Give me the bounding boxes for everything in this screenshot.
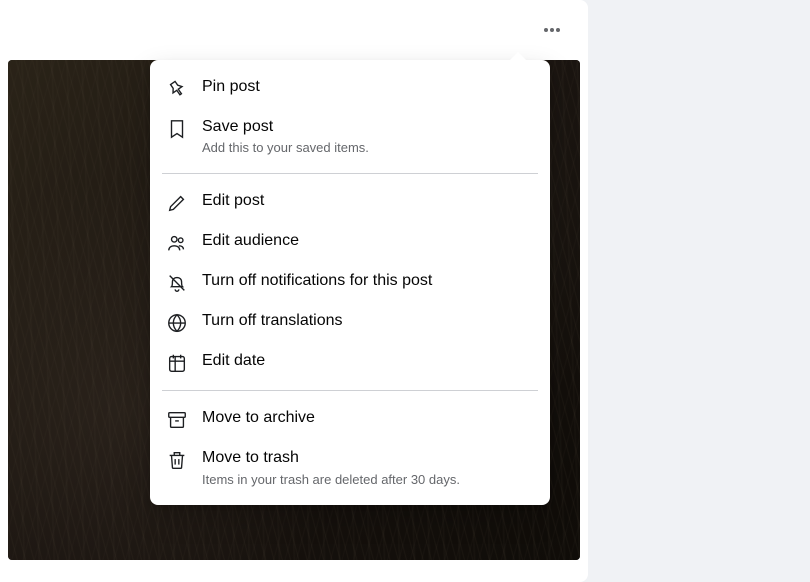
menu-divider bbox=[162, 173, 538, 174]
menu-label: Edit date bbox=[202, 350, 265, 372]
post-header bbox=[0, 0, 588, 60]
menu-label: Edit audience bbox=[202, 230, 299, 252]
menu-label: Pin post bbox=[202, 76, 260, 98]
menu-divider bbox=[162, 390, 538, 391]
menu-item-edit-post[interactable]: Edit post bbox=[158, 182, 542, 222]
post-options-menu: Pin post Save post Add this to your save… bbox=[150, 60, 550, 505]
globe-icon bbox=[166, 312, 188, 334]
menu-label: Turn off notifications for this post bbox=[202, 270, 432, 292]
archive-icon bbox=[166, 409, 188, 431]
menu-label: Save post bbox=[202, 116, 369, 138]
calendar-icon bbox=[166, 352, 188, 374]
menu-sublabel: Items in your trash are deleted after 30… bbox=[202, 472, 460, 489]
more-options-button[interactable] bbox=[534, 12, 570, 48]
menu-label: Move to archive bbox=[202, 407, 315, 429]
menu-label: Edit post bbox=[202, 190, 264, 212]
menu-item-edit-audience[interactable]: Edit audience bbox=[158, 222, 542, 262]
bookmark-icon bbox=[166, 118, 188, 140]
menu-item-edit-date[interactable]: Edit date bbox=[158, 342, 542, 382]
menu-item-move-to-trash[interactable]: Move to trash Items in your trash are de… bbox=[158, 439, 542, 496]
menu-label: Move to trash bbox=[202, 447, 460, 469]
menu-item-move-to-archive[interactable]: Move to archive bbox=[158, 399, 542, 439]
menu-sublabel: Add this to your saved items. bbox=[202, 140, 369, 157]
menu-label: Turn off translations bbox=[202, 310, 343, 332]
menu-item-pin-post[interactable]: Pin post bbox=[158, 68, 542, 108]
bell-off-icon bbox=[166, 272, 188, 294]
menu-item-turn-off-notifications[interactable]: Turn off notifications for this post bbox=[158, 262, 542, 302]
menu-item-save-post[interactable]: Save post Add this to your saved items. bbox=[158, 108, 542, 165]
menu-item-turn-off-translations[interactable]: Turn off translations bbox=[158, 302, 542, 342]
people-icon bbox=[166, 232, 188, 254]
ellipsis-icon bbox=[542, 20, 562, 40]
trash-icon bbox=[166, 449, 188, 471]
pencil-icon bbox=[166, 192, 188, 214]
pin-icon bbox=[166, 78, 188, 100]
